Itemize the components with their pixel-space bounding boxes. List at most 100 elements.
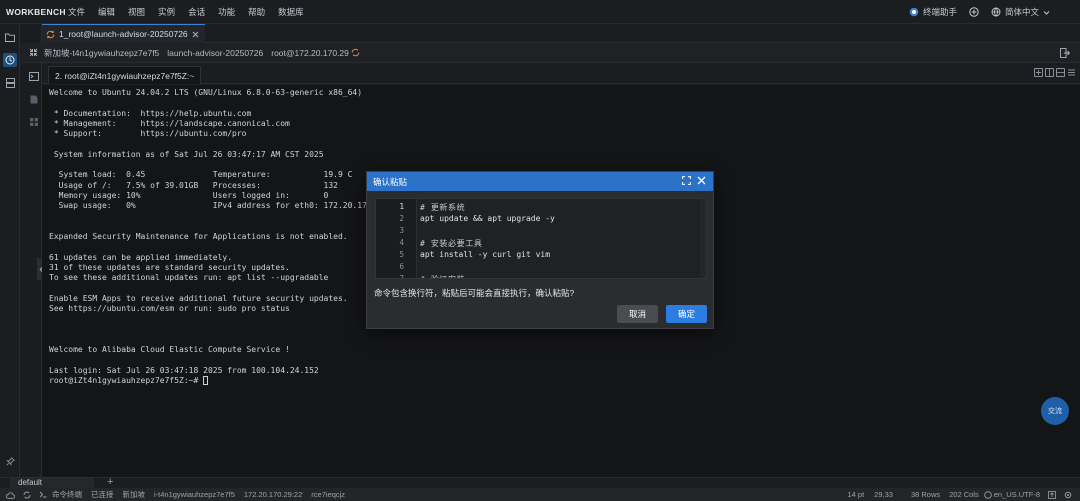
sync-icon[interactable] <box>351 48 360 57</box>
confirm-button[interactable]: 确定 <box>666 305 707 323</box>
chevron-down-icon <box>1043 10 1050 15</box>
status-mode: 命令终端 <box>52 490 82 499</box>
confirm-paste-dialog: 确认粘贴 1 2 3 4 5 6 7 # 更新系统 apt update && apt upg… <box>366 171 714 329</box>
instance-user-ip[interactable]: root@172.20.170.29 <box>271 48 349 58</box>
code-line: # 安装必要工具 <box>420 239 483 248</box>
collapse-arrows-icon[interactable] <box>29 48 38 57</box>
menu-session[interactable]: 会话 <box>188 6 205 18</box>
dialog-title: 确认粘贴 <box>373 176 408 187</box>
language-label: 简体中文 <box>1004 7 1039 17</box>
add-workspace-button[interactable]: + <box>107 476 113 488</box>
terminal-line: System information as of Sat Jul 26 03:4… <box>49 149 324 159</box>
terminal-tab[interactable]: 2. root@iZt4n1gywiauhzepz7e7f5Z:~ <box>48 66 202 84</box>
menu-instance[interactable]: 实例 <box>158 6 175 18</box>
terminal-prompt-icon <box>39 491 47 498</box>
terminal-prompt: root@iZt4n1gywiauhzepz7e7f5Z:~# <box>49 376 204 386</box>
terminal-assistant-button[interactable]: 终端助手 <box>909 6 957 18</box>
terminal-line: See https://ubuntu.com/esm or run: sudo … <box>49 304 290 314</box>
terminal-cursor <box>203 376 209 386</box>
terminal-line: * Documentation: https://help.ubuntu.com <box>49 108 252 118</box>
scrollbar[interactable] <box>700 199 706 278</box>
pin-button[interactable] <box>3 454 17 468</box>
terminal-line: To see these additional updates run: apt… <box>49 273 329 283</box>
assistant-label: 终端助手 <box>922 7 957 17</box>
split-vertical-icon[interactable] <box>1045 68 1054 77</box>
language-selector[interactable]: 简体中文 <box>991 6 1050 18</box>
maximize-icon[interactable] <box>682 176 691 185</box>
status-instance-id: i-t4n1gywiauhzepz7e7f5 <box>154 490 235 499</box>
cancel-button[interactable]: 取消 <box>617 305 658 323</box>
terminal-tab-bar: 2. root@iZt4n1gywiauhzepz7e7f5Z:~ <box>42 64 1080 84</box>
terminal-line: Welcome to Ubuntu 24.04.2 LTS (GNU/Linux… <box>49 88 363 97</box>
chat-assistant-button[interactable]: 交流 <box>1041 397 1069 425</box>
workspace-tab-default[interactable]: default <box>10 478 94 488</box>
terminal-line: Last login: Sat Jul 26 03:47:18 2025 fro… <box>49 366 319 376</box>
clock-icon <box>5 55 15 65</box>
terminal-line: * Support: https://ubuntu.com/pro <box>49 129 247 139</box>
terminal-line: Swap usage: 0% IPv4 address for eth0: 17… <box>49 201 387 211</box>
dialog-message: 命令包含换行符，粘贴后可能会直接执行，确认粘贴? <box>374 288 575 298</box>
menu-view[interactable]: 视图 <box>128 6 145 18</box>
session-tab-bar: 1_root@launch-advisor-20250726 <box>42 24 1080 43</box>
close-icon[interactable] <box>697 176 706 185</box>
line-number: 3 <box>399 226 404 235</box>
menu-help[interactable]: 帮助 <box>248 6 265 18</box>
logout-icon[interactable] <box>1060 48 1070 58</box>
terminal-line: Welcome to Alibaba Cloud Elastic Compute… <box>49 345 290 355</box>
app-logo: WORKBENCH <box>6 6 66 17</box>
storage-button[interactable] <box>3 76 17 90</box>
line-number: 7 <box>399 274 404 279</box>
terminal-line: 61 updates can be applied immediately. <box>49 252 233 262</box>
paste-preview[interactable]: 1 2 3 4 5 6 7 # 更新系统 apt update && apt upgrade … <box>375 198 707 279</box>
session-tab[interactable]: 1_root@launch-advisor-20250726 <box>42 24 205 43</box>
status-encoding[interactable]: en_US.UTF-8 <box>994 490 1040 499</box>
line-number: 2 <box>399 214 404 223</box>
history-button[interactable] <box>3 53 17 67</box>
assistant-icon <box>909 7 919 17</box>
bottom-tab-bar: default + <box>0 476 1080 488</box>
code-line: apt update && apt upgrade -y <box>420 214 555 223</box>
menu-database[interactable]: 数据库 <box>278 6 304 18</box>
status-region: 新加坡 <box>122 490 146 499</box>
menu-file[interactable]: 文件 <box>68 6 85 18</box>
status-connection: 已连接 <box>91 490 114 499</box>
status-bar: 命令终端 已连接 新加坡 i-t4n1gywiauhzepz7e7f5 172.… <box>0 488 1080 501</box>
terminal-line: System load: 0.45 Temperature: 19.9 C <box>49 170 353 180</box>
status-rows: 38 Rows <box>910 490 941 499</box>
folder-button[interactable] <box>3 30 17 44</box>
dialog-header: 确认粘贴 <box>367 172 713 191</box>
code-line: apt install -y curl git vim <box>420 250 551 259</box>
status-font-size[interactable]: 14 pt <box>847 490 864 499</box>
plus-circle-icon[interactable] <box>969 7 979 17</box>
terminal-text: Welcome to Ubuntu 24.04.2 LTS (GNU/Linux… <box>49 88 386 387</box>
secondary-sidebar <box>21 24 42 477</box>
instance-hostname[interactable]: launch-advisor-20250726 <box>167 48 263 58</box>
code-content: # 更新系统 apt update && apt upgrade -y # 安装必要… <box>416 199 702 278</box>
new-pane-icon[interactable] <box>1034 68 1043 77</box>
instance-region-id[interactable]: 新加坡-t4n1gywiauhzepz7e7f5 <box>44 47 159 59</box>
upload-icon[interactable] <box>1048 490 1056 499</box>
cloud-upload-icon[interactable] <box>6 491 15 499</box>
terminal-tab-label: 2. root@iZt4n1gywiauhzepz7e7f5Z:~ <box>55 70 195 81</box>
terminal-icon[interactable] <box>29 72 39 81</box>
code-line: # 验证安装 <box>420 274 465 278</box>
settings-icon[interactable] <box>1064 491 1072 499</box>
grid-icon[interactable] <box>30 118 38 126</box>
refresh-icon[interactable] <box>23 491 31 499</box>
status-address: 172.20.170.29:22 <box>243 490 303 499</box>
more-icon[interactable] <box>1067 68 1076 77</box>
file-icon[interactable] <box>30 95 38 104</box>
terminal-line: 31 of these updates are standard securit… <box>49 263 290 273</box>
menu-edit[interactable]: 编辑 <box>98 6 115 18</box>
close-icon[interactable] <box>192 31 199 38</box>
menu-features[interactable]: 功能 <box>218 6 235 18</box>
split-horizontal-icon[interactable] <box>1056 68 1065 77</box>
